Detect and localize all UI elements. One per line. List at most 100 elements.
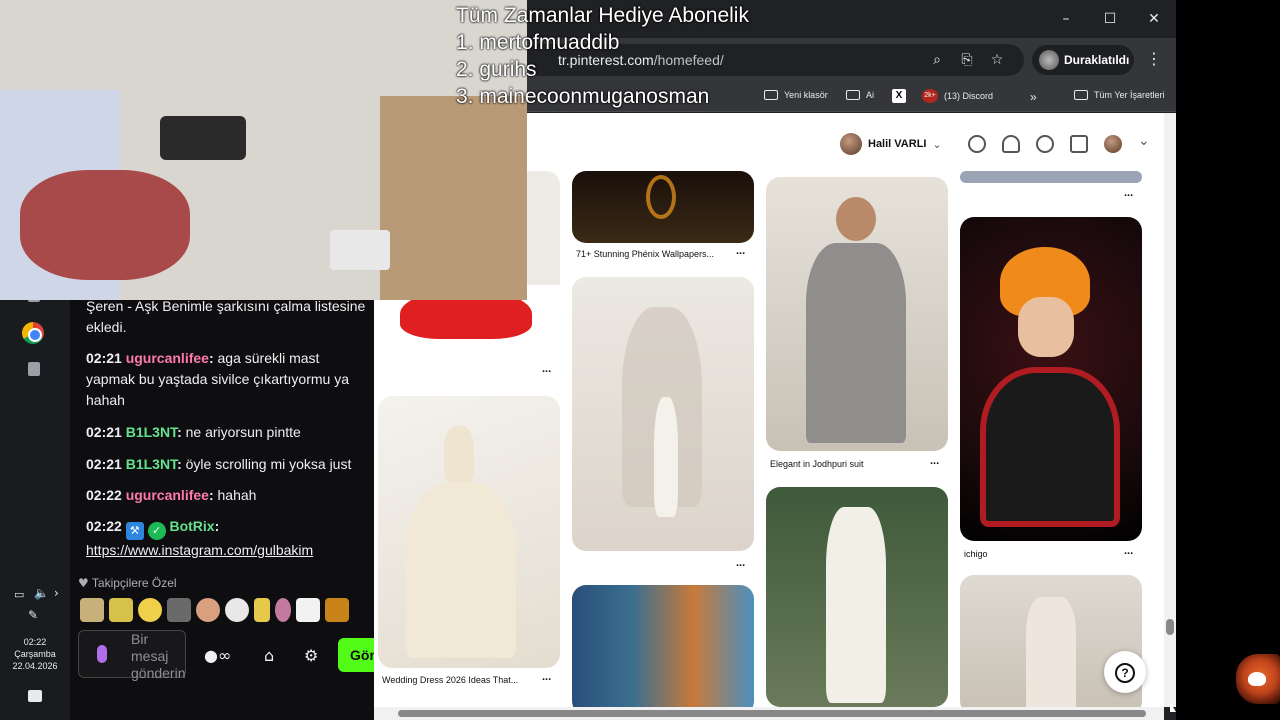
message-time: 02:21 [86,350,122,366]
more-options-icon[interactable]: ... [542,671,551,683]
profile-avatar[interactable] [1104,135,1122,153]
network-icon[interactable]: ▭ [14,588,24,601]
more-bookmarks-icon[interactable]: » [1030,90,1037,104]
emote[interactable] [109,598,133,622]
notepad-icon[interactable] [28,362,40,376]
robe-shape [980,367,1120,527]
bookmark-ai[interactable]: Ai [846,90,874,100]
emote[interactable] [254,598,270,622]
emote[interactable] [225,598,249,622]
message-user[interactable]: ugurcanlifee [126,487,209,503]
gift-sub-overlay: Tüm Zamanlar Hediye Abonelik 1. mertofmu… [456,2,749,110]
clock[interactable]: 02:22 Çarşamba 22.04.2026 [0,636,70,672]
emote[interactable] [296,598,320,622]
pin-caption[interactable]: 71+ Stunning Phénix Wallpapers... [576,249,714,259]
screen: ▭ 🔈 › ✎ 02:22 Çarşamba 22.04.2026 Şeren … [0,0,1280,720]
message-user[interactable]: ugurcanlifee [126,350,209,366]
maximize-button[interactable]: ☐ [1088,0,1132,38]
paused-label: Duraklatıldı [1064,53,1130,67]
folder-icon [1074,90,1088,100]
clock-date: 22.04.2026 [12,661,58,671]
more-options-icon[interactable]: ... [930,455,939,467]
volume-icon[interactable]: 🔈 [34,586,49,600]
store-icon[interactable]: ⌂ [264,646,274,665]
chat-input[interactable]: Bir mesaj gönderin [78,630,186,681]
bookmark-label: Tüm Yer İşaretleri [1094,90,1165,100]
more-options-icon[interactable]: ... [1124,545,1133,557]
pin-caption[interactable]: Wedding Dress 2026 Ideas That... [382,675,518,685]
bell-icon[interactable] [1002,135,1020,153]
bookmark-x[interactable]: X [892,89,906,103]
system-tray: ▭ 🔈 › ✎ 02:22 Çarşamba 22.04.2026 [0,584,70,720]
minimize-button[interactable]: – [1044,0,1088,38]
pin-caption[interactable]: ichigo [964,549,988,559]
head-shape [836,197,876,241]
overlay-title: Tüm Zamanlar Hediye Abonelik [456,4,749,27]
notification-icon[interactable] [28,690,42,702]
person-face [20,170,190,280]
pin-white-dress[interactable] [766,487,948,707]
emote[interactable] [167,598,191,622]
phoenix-shape [646,175,676,219]
vertical-scrollbar[interactable] [1164,113,1176,707]
pin-jodhpuri-suit[interactable] [766,177,948,451]
menu-icon[interactable]: ⋮ [1146,49,1162,68]
star-icon[interactable]: ☆ [988,51,1006,69]
emote[interactable] [138,598,162,622]
avatar [840,133,862,155]
emote-picker-icon[interactable]: ●∞ [204,646,231,665]
send-button[interactable]: Gönder [338,638,378,672]
right-margin [1176,0,1280,720]
scroll-thumb[interactable] [398,710,1146,717]
emote[interactable] [196,598,220,622]
messages-icon[interactable] [1036,135,1054,153]
skirt-shape [406,482,516,658]
emote-row [80,598,349,622]
more-options-icon[interactable]: ... [1124,187,1133,199]
bookmark-yeni-klasor[interactable]: Yeni klasör [764,90,828,100]
message-user[interactable]: B1L3NT [126,424,177,440]
profile-paused-button[interactable]: Duraklatıldı [1032,45,1134,75]
horizontal-scrollbar[interactable] [374,707,1164,720]
scroll-thumb[interactable] [1166,619,1174,635]
pin-caption[interactable]: Elegant in Jodhpuri suit [770,459,864,469]
bookmark-discord[interactable]: 2k+ (13) Discord [922,89,993,103]
overlay-line: 2. gurihs [456,58,537,81]
overlay-line: 3. mainecoonmuganosman [456,85,710,108]
help-button[interactable]: ? [1104,651,1146,693]
chat-message: 02:21 B1L3NT: ne ariyorsun pintte [86,424,301,440]
more-options-icon[interactable]: ... [736,557,745,569]
account-switcher[interactable]: Halil VARLI ⌄ [840,133,942,155]
pin-bride[interactable] [572,277,754,551]
bookmark-all[interactable]: Tüm Yer İşaretleri [1074,90,1165,100]
dress-shape [826,507,886,703]
chat-message: 02:22 ugurcanlifee: hahah [86,487,257,503]
close-button[interactable]: ✕ [1132,0,1176,38]
more-options-icon[interactable]: ... [736,245,745,257]
pin-wedding-dress[interactable] [378,396,560,668]
pin-partial[interactable] [960,171,1142,183]
chrome-icon[interactable] [22,322,44,344]
microphone-icon[interactable] [97,645,107,663]
chevron-down-icon[interactable]: ⌄ [1138,133,1150,149]
cardboard-box [380,96,527,300]
install-app-icon[interactable]: ⎘ [958,51,976,69]
chevron-right-icon[interactable]: › [54,586,59,600]
message-user[interactable]: BotRix [169,518,214,534]
bookmark-label: Ai [866,90,875,100]
zoom-icon[interactable]: ⌕ [928,51,946,69]
more-options-icon[interactable]: ... [542,363,551,375]
search-icon[interactable] [968,135,986,153]
emote[interactable] [325,598,349,622]
megaphone-icon[interactable] [1070,135,1088,153]
message-link[interactable]: https://www.instagram.com/gulbakim [86,542,313,558]
pin-phenix[interactable] [572,171,754,243]
pin-ichigo[interactable] [960,217,1142,541]
emote[interactable] [80,598,104,622]
message-user[interactable]: B1L3NT [126,456,177,472]
gear-icon[interactable]: ⚙ [304,646,318,665]
device [160,116,246,160]
pin-anime-collage[interactable] [572,585,754,707]
emote[interactable] [275,598,291,622]
pen-icon[interactable]: ✎ [28,608,38,622]
